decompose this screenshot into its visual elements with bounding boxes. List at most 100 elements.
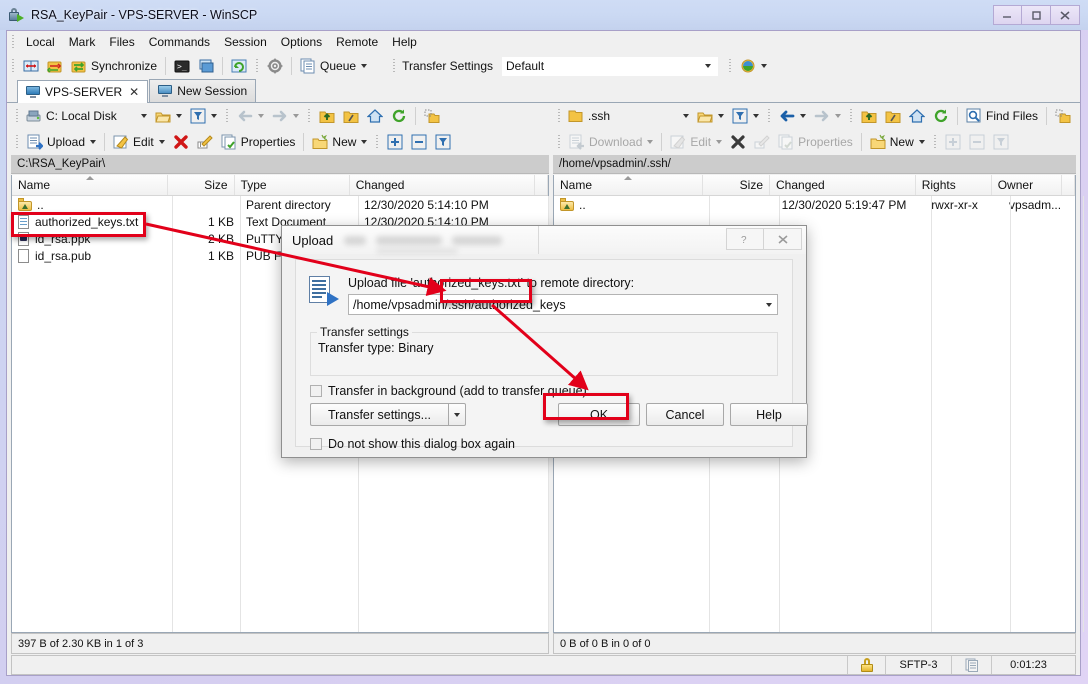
remote-parent-directory-button[interactable] <box>857 105 881 127</box>
open-terminal-button[interactable]: >_ <box>170 55 194 77</box>
local-new-button[interactable]: New <box>308 131 371 153</box>
dialog-close-button[interactable] <box>764 228 802 250</box>
find-files-button[interactable]: Find Files <box>962 105 1042 127</box>
transfer-settings-edit-button[interactable] <box>736 55 771 77</box>
remote-col-name[interactable]: Name <box>554 175 703 195</box>
download-chevron-down-icon[interactable] <box>647 140 653 144</box>
transfer-in-background-checkbox[interactable] <box>310 385 322 397</box>
remote-rename-button[interactable] <box>750 131 774 153</box>
statusbar-security-indicator[interactable] <box>847 656 885 674</box>
open-putty-button[interactable] <box>194 55 218 77</box>
local-toolbar-grip[interactable] <box>14 108 20 124</box>
remote-unselect-button[interactable] <box>965 131 989 153</box>
local-drive-combo[interactable]: C: Local Disk <box>23 106 151 126</box>
local-forward-button[interactable] <box>268 105 303 127</box>
local-back-button[interactable] <box>233 105 268 127</box>
local-filter-chevron-icon[interactable] <box>211 114 217 118</box>
keep-remote-directory-up-to-date-button[interactable] <box>43 55 67 77</box>
dont-show-again-checkbox-row[interactable]: Do not show this dialog box again <box>310 437 515 451</box>
remote-edit-button[interactable]: Edit <box>666 131 726 153</box>
queue-chevron-down-icon[interactable] <box>361 64 367 68</box>
remote-nav-grip[interactable] <box>766 108 772 124</box>
local-col-extra[interactable] <box>535 175 548 195</box>
remote-new-button[interactable]: New <box>866 131 929 153</box>
menu-remote[interactable]: Remote <box>329 32 385 52</box>
download-button[interactable]: Download <box>565 131 657 153</box>
menu-session[interactable]: Session <box>217 32 274 52</box>
maximize-button[interactable] <box>1022 5 1051 25</box>
queue-button[interactable]: Queue <box>296 55 371 77</box>
remote-back-chevron-icon[interactable] <box>800 114 806 118</box>
local-selection-filter-button[interactable] <box>431 131 455 153</box>
local-col-type[interactable]: Type <box>235 175 350 195</box>
upload-button[interactable]: Upload <box>23 131 100 153</box>
local-back-chevron-icon[interactable] <box>258 114 264 118</box>
menu-local[interactable]: Local <box>19 32 62 52</box>
local-edit-chevron-icon[interactable] <box>159 140 165 144</box>
local-action-grip[interactable] <box>14 134 20 150</box>
remote-col-changed[interactable]: Changed <box>770 175 916 195</box>
local-parent-directory-button[interactable] <box>315 105 339 127</box>
local-forward-chevron-icon[interactable] <box>293 114 299 118</box>
transfer-preset-chevron-down-icon[interactable] <box>761 64 767 68</box>
remote-forward-chevron-icon[interactable] <box>835 114 841 118</box>
close-button[interactable] <box>1051 5 1080 25</box>
local-unselect-button[interactable] <box>407 131 431 153</box>
transfer-in-background-checkbox-row[interactable]: Transfer in background (add to transfer … <box>310 384 587 398</box>
menu-options[interactable]: Options <box>274 32 329 52</box>
remote-directory-input[interactable]: /home/vpsadmin/.ssh/authorized_keys <box>348 294 778 315</box>
toolbar-grip-3[interactable] <box>391 58 397 74</box>
transfer-settings-combo[interactable]: Default <box>501 56 719 77</box>
menu-files[interactable]: Files <box>102 32 141 52</box>
local-nav-grip[interactable] <box>224 108 230 124</box>
remote-new-chevron-icon[interactable] <box>919 140 925 144</box>
local-sel-grip[interactable] <box>374 134 380 150</box>
remote-path-bar[interactable]: /home/vpsadmin/.ssh/ <box>553 155 1076 174</box>
remote-sel-grip[interactable] <box>932 134 938 150</box>
local-dir-grip[interactable] <box>306 108 312 124</box>
minimize-button[interactable] <box>993 5 1022 25</box>
remote-refresh-button[interactable] <box>929 105 953 127</box>
local-add-bookmark-button[interactable] <box>420 105 444 127</box>
remote-col-rights[interactable]: Rights <box>916 175 992 195</box>
local-filter-button[interactable] <box>186 105 221 127</box>
local-new-chevron-icon[interactable] <box>361 140 367 144</box>
remote-dir-combo[interactable]: .ssh <box>565 106 693 126</box>
upload-chevron-down-icon[interactable] <box>90 140 96 144</box>
remote-select-button[interactable] <box>941 131 965 153</box>
remote-properties-button[interactable]: Properties <box>774 131 857 153</box>
tab-vps-server[interactable]: VPS-SERVER ✕ <box>17 80 148 103</box>
transfer-settings-chevron-down-icon[interactable] <box>705 64 711 68</box>
remote-selection-filter-button[interactable] <box>989 131 1013 153</box>
local-delete-button[interactable] <box>169 131 193 153</box>
remote-directory-chevron-down-icon[interactable] <box>760 295 777 314</box>
ok-button[interactable]: OK <box>558 403 640 426</box>
remote-dir-grip[interactable] <box>848 108 854 124</box>
local-path-bar[interactable]: C:\RSA_KeyPair\ <box>11 155 549 174</box>
dont-show-again-checkbox[interactable] <box>310 438 322 450</box>
dialog-help-button[interactable]: ? <box>726 228 764 250</box>
menu-help[interactable]: Help <box>385 32 424 52</box>
local-drive-chevron-down-icon[interactable] <box>138 107 149 125</box>
local-rename-button[interactable]: I <box>193 131 217 153</box>
transfer-settings-split-button[interactable]: Transfer settings... <box>310 403 466 426</box>
transfer-settings-button-chevron-icon[interactable] <box>448 403 466 426</box>
remote-open-directory-button[interactable] <box>693 105 728 127</box>
local-open-directory-button[interactable] <box>151 105 186 127</box>
tab-close-icon[interactable]: ✕ <box>129 85 139 99</box>
upload-dialog[interactable]: Upload ? Upload <box>281 225 807 458</box>
refresh-all-button[interactable] <box>227 55 251 77</box>
remote-open-dir-chevron-icon[interactable] <box>718 114 724 118</box>
remote-home-directory-button[interactable] <box>905 105 929 127</box>
remote-back-button[interactable] <box>775 105 810 127</box>
preferences-button[interactable] <box>263 55 287 77</box>
local-col-changed[interactable]: Changed <box>350 175 535 195</box>
local-col-name[interactable]: Name <box>12 175 168 195</box>
menu-mark[interactable]: Mark <box>62 32 103 52</box>
local-col-size[interactable]: Size <box>168 175 235 195</box>
local-select-button[interactable] <box>383 131 407 153</box>
local-properties-button[interactable]: Properties <box>217 131 300 153</box>
local-root-directory-button[interactable] <box>339 105 363 127</box>
synchronize-button[interactable]: Synchronize <box>67 55 161 77</box>
toolbar-grip-4[interactable] <box>727 58 733 74</box>
